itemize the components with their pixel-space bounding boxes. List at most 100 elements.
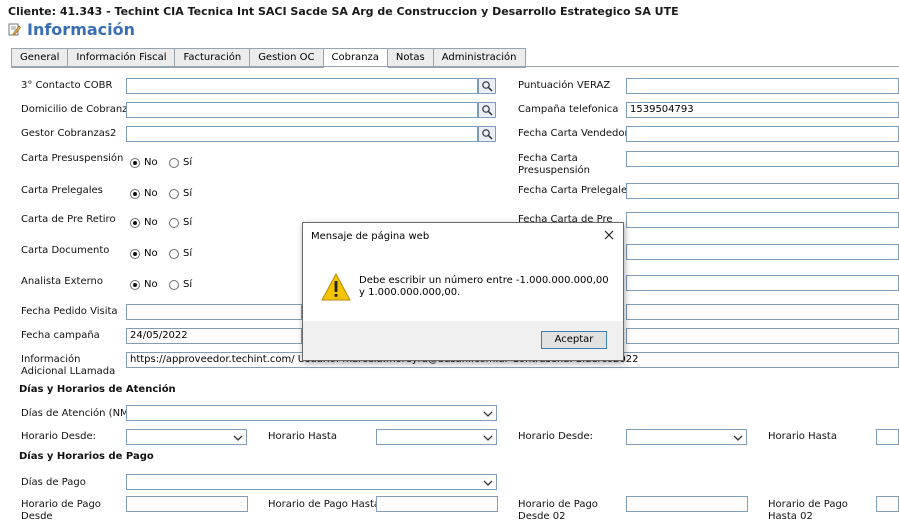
page-title-text: Información	[27, 20, 136, 39]
chevron-down-icon	[483, 411, 493, 417]
carta-documento-no[interactable]: No	[130, 248, 158, 259]
atencion-horario-desde-select[interactable]	[126, 429, 247, 445]
radio-on[interactable]	[130, 279, 140, 290]
contacto-label: 3° Contacto COBR	[21, 80, 113, 91]
atencion-dias-select[interactable]	[126, 405, 497, 421]
tab-bar: General Información Fiscal Facturación G…	[11, 48, 526, 68]
radio-on[interactable]	[130, 248, 140, 259]
alert-dialog: Mensaje de página web Debe escribir un n…	[302, 222, 624, 361]
search-icon	[482, 81, 493, 92]
domicilio-lookup-button[interactable]	[478, 102, 496, 118]
fecha-pedido-label: Fecha Pedido Visita	[21, 306, 118, 317]
search-icon	[482, 105, 493, 116]
tab-notas[interactable]: Notas	[387, 48, 434, 68]
fecha-carta-vendedor-label: Fecha Carta Vendedor	[518, 128, 629, 139]
right-input-6[interactable]	[626, 275, 899, 291]
radio-off[interactable]	[169, 248, 179, 259]
atencion-horario-hasta-select[interactable]	[376, 429, 497, 445]
dialog-message: Debe escribir un número entre -1.000.000…	[359, 275, 609, 298]
analista-si[interactable]: Sí	[169, 279, 192, 290]
search-icon	[482, 129, 493, 140]
carta-prelegales-si[interactable]: Sí	[169, 188, 192, 199]
radio-on[interactable]	[130, 157, 140, 168]
tab-facturacion[interactable]: Facturación	[175, 48, 251, 68]
gestor-lookup-button[interactable]	[478, 126, 496, 142]
carta-presusp-no[interactable]: No	[130, 157, 158, 168]
domicilio-input[interactable]	[126, 102, 478, 118]
fecha-campana-input[interactable]: 24/05/2022	[126, 328, 302, 344]
chevron-down-icon	[483, 480, 493, 486]
pago-horario-hasta-02-label: Horario de Pago Hasta 02	[768, 499, 848, 522]
pago-horario-desde-02-label: Horario de Pago Desde 02	[518, 499, 598, 522]
puntuacion-input[interactable]	[626, 78, 899, 94]
fecha-carta-prelegales-label: Fecha Carta Prelegales	[518, 185, 633, 196]
radio-label: No	[144, 188, 158, 199]
pago-horario-desde-label: Horario de Pago Desde	[21, 499, 101, 522]
atencion-horario-desde-2-select[interactable]	[626, 429, 747, 445]
radio-on[interactable]	[130, 217, 140, 228]
pago-horario-hasta-02-input[interactable]	[876, 496, 899, 512]
pago-dias-select[interactable]	[126, 474, 497, 490]
pago-horario-desde-02-input[interactable]	[626, 496, 748, 512]
fecha-carta-presusp-input[interactable]	[626, 151, 899, 167]
right-input-7[interactable]	[626, 304, 899, 320]
fecha-campana-label: Fecha campaña	[21, 330, 100, 341]
contacto-input[interactable]	[126, 78, 478, 94]
atencion-horario-hasta-2-select[interactable]	[876, 429, 899, 445]
fecha-pedido-input[interactable]	[126, 304, 302, 320]
radio-label: Sí	[183, 157, 193, 168]
contacto-lookup-button[interactable]	[478, 78, 496, 94]
atencion-dias-label: Días de Atención (NM)	[21, 408, 133, 419]
analista-no[interactable]: No	[130, 279, 158, 290]
radio-off[interactable]	[169, 217, 179, 228]
atencion-horario-hasta-label: Horario Hasta	[268, 431, 337, 442]
carta-presusp-si[interactable]: Sí	[169, 157, 192, 168]
carta-preretiro-si[interactable]: Sí	[169, 217, 192, 228]
tab-gestion-oc[interactable]: Gestion OC	[250, 48, 324, 68]
dialog-body: Debe escribir un número entre -1.000.000…	[303, 251, 623, 321]
atencion-section-title: Días y Horarios de Atención	[19, 384, 176, 395]
pago-dias-label: Días de Pago	[21, 477, 86, 488]
right-input-5[interactable]	[626, 244, 899, 260]
campana-tel-label: Campaña telefonica	[518, 104, 619, 115]
tab-cobranza[interactable]: Cobranza	[323, 48, 388, 68]
dialog-title: Mensaje de página web	[311, 231, 430, 242]
fecha-carta-pre-input[interactable]	[626, 212, 899, 228]
radio-label: No	[144, 217, 158, 228]
chevron-down-icon	[233, 435, 243, 441]
fecha-carta-prelegales-input[interactable]	[626, 183, 899, 199]
gestor-input[interactable]	[126, 126, 478, 142]
right-input-8[interactable]	[626, 328, 899, 344]
radio-label: Sí	[183, 279, 193, 290]
gestor-label: Gestor Cobranzas2	[21, 128, 117, 139]
client-title: Cliente: 41.343 - Techint CIA Tecnica In…	[8, 5, 679, 18]
fecha-carta-presusp-label: Fecha Carta Presuspensión	[518, 153, 590, 176]
close-icon[interactable]	[603, 229, 615, 241]
radio-on[interactable]	[130, 188, 140, 199]
carta-prelegales-no[interactable]: No	[130, 188, 158, 199]
pago-horario-hasta-input[interactable]	[376, 496, 498, 512]
radio-off[interactable]	[169, 279, 179, 290]
atencion-horario-desde-label: Horario Desde:	[21, 431, 96, 442]
radio-label: Sí	[183, 188, 193, 199]
tab-general[interactable]: General	[11, 48, 69, 68]
chevron-down-icon	[733, 435, 743, 441]
page-title: Información	[8, 20, 135, 39]
tab-administracion[interactable]: Administración	[433, 48, 526, 68]
carta-preretiro-no[interactable]: No	[130, 217, 158, 228]
carta-documento-si[interactable]: Sí	[169, 248, 192, 259]
tab-informacion-fiscal[interactable]: Información Fiscal	[68, 48, 176, 68]
fecha-carta-vendedor-input[interactable]	[626, 126, 899, 142]
radio-off[interactable]	[169, 157, 179, 168]
atencion-horario-desde-2-label: Horario Desde:	[518, 431, 593, 442]
radio-label: No	[144, 157, 158, 168]
analista-label: Analista Externo	[21, 276, 104, 287]
puntuacion-label: Puntuación VERAZ	[518, 80, 611, 91]
radio-label: Sí	[183, 248, 193, 259]
radio-off[interactable]	[169, 188, 179, 199]
radio-label: No	[144, 279, 158, 290]
radio-label: No	[144, 248, 158, 259]
campana-tel-input[interactable]: 1539504793	[626, 102, 899, 118]
pago-horario-desde-input[interactable]	[126, 496, 248, 512]
ok-button[interactable]: Aceptar	[541, 331, 607, 349]
